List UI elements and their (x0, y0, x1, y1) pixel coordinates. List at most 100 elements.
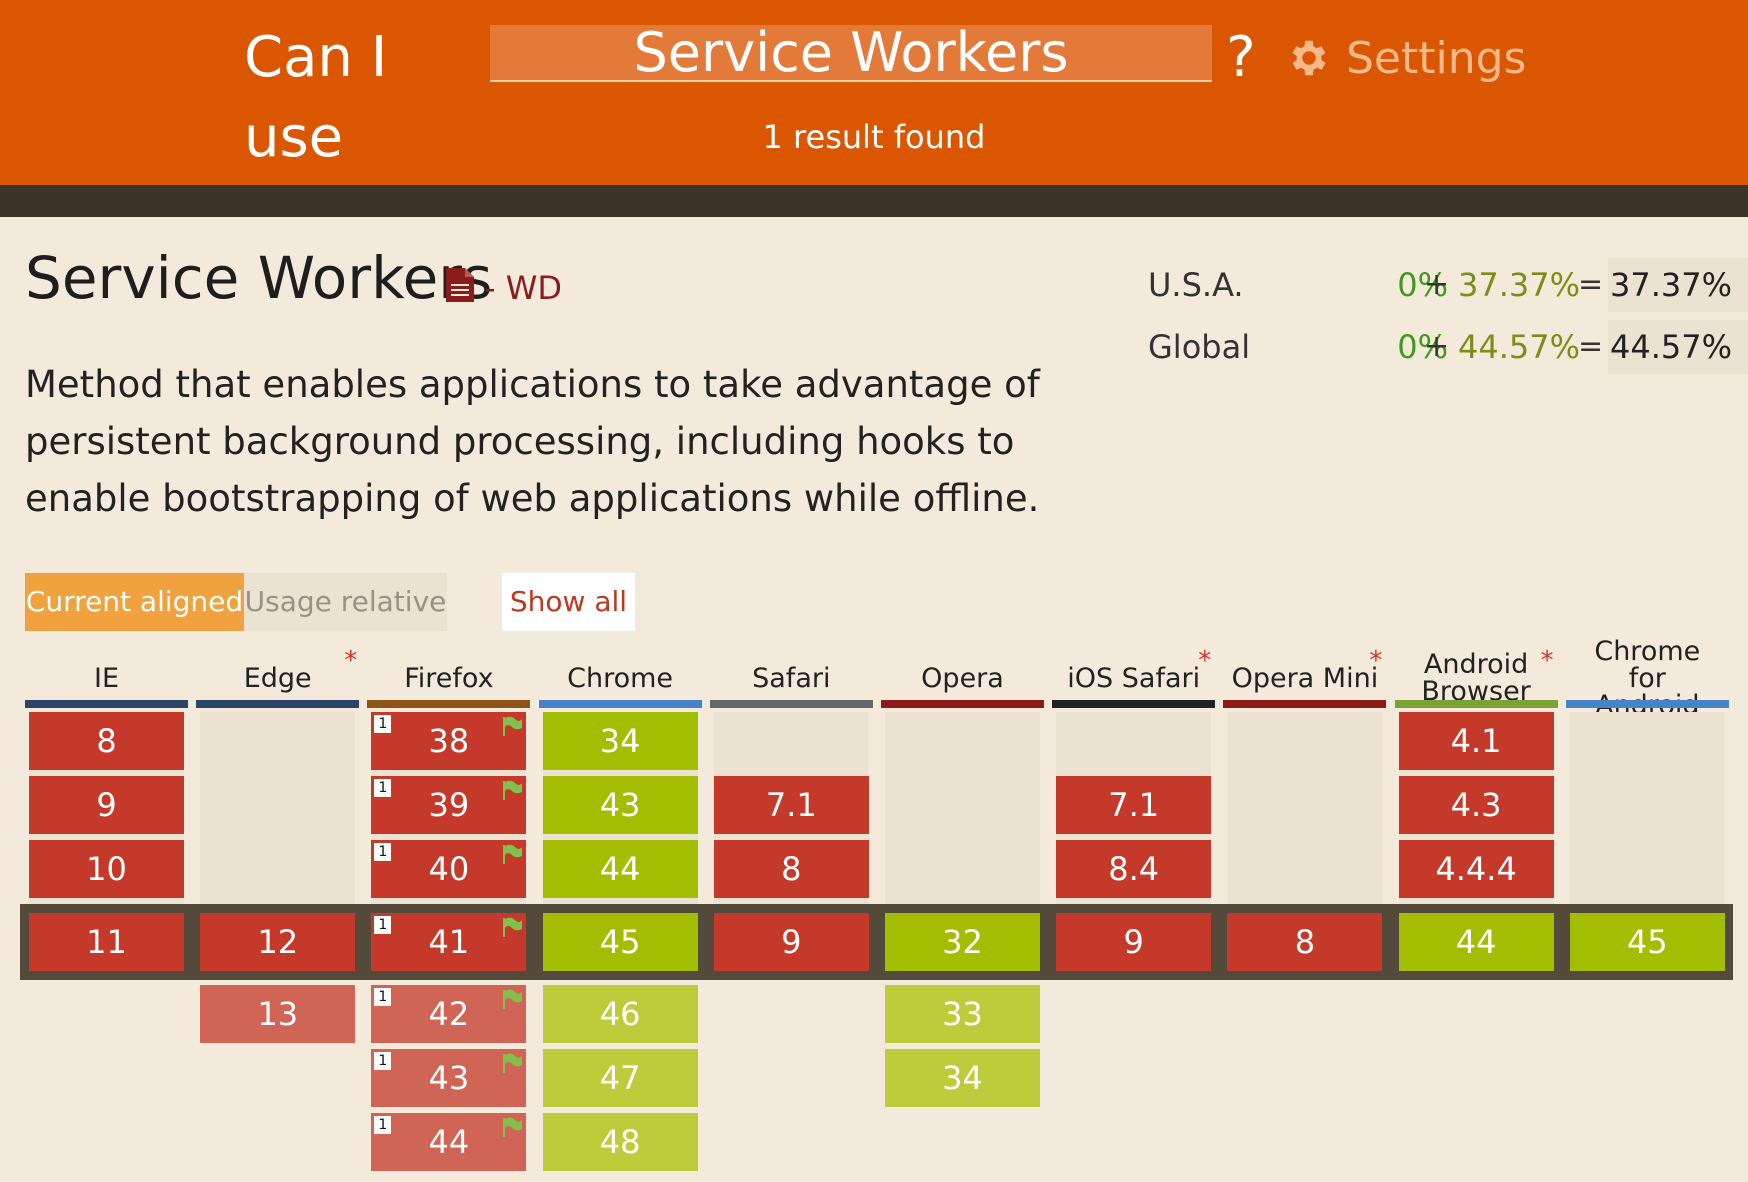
browser-header-opera[interactable]: Opera (881, 650, 1044, 706)
settings-button[interactable]: Settings (1286, 30, 1526, 86)
support-cell[interactable]: 8 (1227, 913, 1383, 971)
browser-header-opera-mini[interactable]: Opera Mini * (1223, 648, 1386, 706)
browser-header-ios-safari[interactable]: iOS Safari * (1052, 648, 1215, 706)
support-cell[interactable]: 11 (29, 913, 184, 971)
browser-color-bar (881, 700, 1044, 708)
support-cell[interactable]: 4.3 (1398, 776, 1554, 834)
browser-header-firefox[interactable]: Firefox (367, 650, 530, 706)
support-cell[interactable]: 9 (29, 776, 184, 834)
browser-header-ie[interactable]: IE (25, 650, 188, 706)
browser-name: Chrome (567, 662, 674, 694)
support-cell[interactable]: 13 (200, 985, 356, 1043)
browser-color-bar (1223, 700, 1387, 708)
support-cell[interactable]: 7.1 (1056, 776, 1212, 834)
browser-color-bar (1394, 700, 1558, 708)
usage-partial-support: 37.37% (1458, 266, 1581, 304)
browser-header-chrome-for-android[interactable]: Chrome for Android (1566, 638, 1729, 719)
version-label: 39 (428, 786, 470, 824)
support-cell[interactable]: 12 (200, 913, 356, 971)
support-cell[interactable]: 8 (29, 712, 184, 770)
support-cell[interactable]: 34 (885, 1049, 1040, 1107)
support-cell[interactable]: 9 (713, 913, 869, 971)
empty-cell-area (200, 712, 356, 904)
browser-color-bar (1052, 700, 1216, 708)
support-cell[interactable]: 32 (885, 913, 1040, 971)
version-label: 45 (599, 923, 641, 961)
show-all-button[interactable]: Show all (502, 573, 635, 631)
support-cell[interactable]: 38 1 (371, 712, 527, 770)
feature-title[interactable]: Service Workers (25, 242, 492, 314)
support-cell[interactable]: 42 1 (371, 985, 527, 1043)
support-cell[interactable]: 4.1 (1398, 712, 1554, 770)
flag-icon (503, 1053, 523, 1073)
version-label: 11 (86, 923, 127, 961)
support-cell[interactable]: 44 (542, 840, 698, 898)
support-cell[interactable]: 45 (1569, 913, 1725, 971)
usage-row-usa: U.S.A. 0% + 37.37% = 37.37% (1148, 258, 1748, 312)
version-label: 8 (96, 722, 117, 760)
version-label: 9 (1123, 923, 1144, 961)
support-cell[interactable]: 8 (713, 840, 869, 898)
version-label: 9 (96, 786, 117, 824)
version-label: 32 (942, 923, 983, 961)
usage-region: Global (1148, 328, 1251, 366)
tab-usage-relative[interactable]: Usage relative (244, 573, 447, 631)
support-cell[interactable]: 45 (542, 913, 698, 971)
support-cell[interactable]: 9 (1056, 913, 1212, 971)
note-asterisk: * (1540, 646, 1554, 676)
gear-icon (1292, 40, 1326, 76)
help-link[interactable]: ? (1226, 18, 1256, 98)
version-label: 42 (428, 995, 470, 1033)
version-label: 8.4 (1108, 850, 1160, 888)
version-label: 12 (257, 923, 299, 961)
version-label: 40 (428, 850, 470, 888)
flag-icon (503, 917, 523, 937)
support-cell[interactable]: 34 (542, 712, 698, 770)
empty-cell-area (1227, 712, 1383, 904)
spec-status[interactable]: - WD (484, 268, 562, 308)
version-label: 4.1 (1450, 722, 1502, 760)
note-marker: 1 (374, 916, 392, 934)
support-cell[interactable]: 10 (29, 840, 184, 898)
feature-description: Method that enables applications to take… (25, 363, 1040, 520)
browser-name: Safari (752, 662, 831, 694)
browser-name: Android Browser (1421, 649, 1531, 707)
support-cell[interactable]: 44 1 (371, 1113, 527, 1171)
empty-cell-area (1569, 712, 1725, 904)
support-cell[interactable]: 41 1 (371, 913, 527, 971)
support-cell[interactable]: 8.4 (1056, 840, 1212, 898)
version-label: 4.4.4 (1435, 850, 1517, 888)
support-cell[interactable]: 47 (542, 1049, 698, 1107)
usage-plus: + (1424, 267, 1450, 302)
flag-icon (503, 989, 523, 1009)
support-cell[interactable]: 43 (542, 776, 698, 834)
browser-header-edge[interactable]: Edge * (196, 648, 359, 706)
divider-bar (0, 185, 1748, 217)
support-cell[interactable]: 46 (542, 985, 698, 1043)
support-cell[interactable]: 7.1 (713, 776, 869, 834)
tab-current-aligned[interactable]: Current aligned (25, 573, 244, 631)
support-cell[interactable]: 33 (885, 985, 1040, 1043)
browser-name: iOS Safari (1067, 662, 1201, 694)
support-cell[interactable]: 44 (1398, 913, 1554, 971)
settings-label: Settings (1346, 32, 1527, 84)
version-label: 8 (781, 850, 802, 888)
search-input[interactable] (490, 25, 1212, 82)
version-label: 7.1 (765, 786, 817, 824)
document-icon[interactable] (446, 268, 474, 302)
browser-header-safari[interactable]: Safari (710, 650, 873, 706)
support-cell[interactable]: 39 1 (371, 776, 527, 834)
version-label: 43 (428, 1059, 470, 1097)
note-marker: 1 (374, 843, 392, 861)
support-cell[interactable]: 40 1 (371, 840, 527, 898)
browser-name: Firefox (404, 662, 494, 694)
version-label: 7.1 (1108, 786, 1160, 824)
browser-color-bar (1565, 700, 1729, 708)
support-cell[interactable]: 4.4.4 (1398, 840, 1554, 898)
browser-header-chrome[interactable]: Chrome (539, 650, 702, 706)
browser-header-android-browser[interactable]: Android Browser * (1395, 646, 1558, 707)
support-cell[interactable]: 48 (542, 1113, 698, 1171)
version-label: 33 (942, 995, 983, 1033)
support-cell[interactable]: 43 1 (371, 1049, 527, 1107)
browser-name: Opera Mini (1231, 662, 1379, 694)
